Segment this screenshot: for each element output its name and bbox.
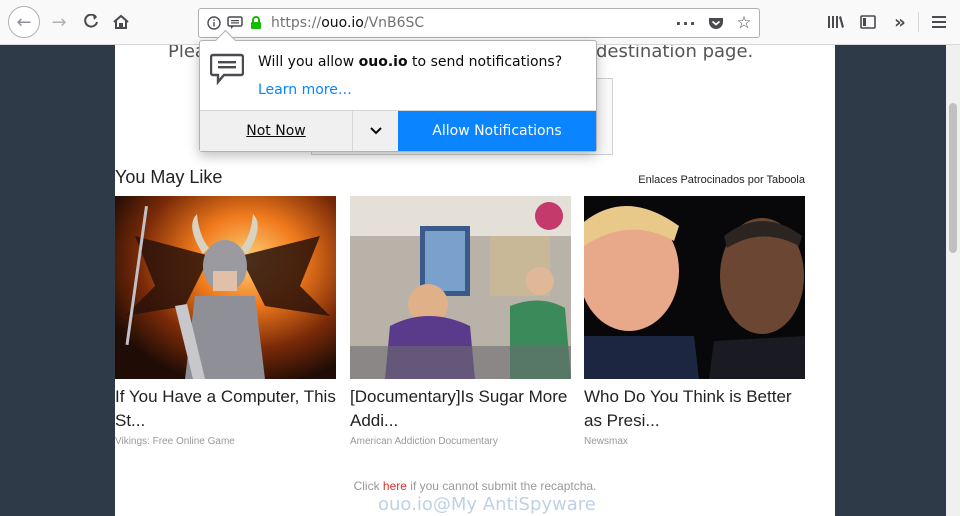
notification-permission-popup: Will you allow ouo.io to send notificati… bbox=[199, 29, 597, 152]
page-actions-button[interactable]: ··· bbox=[673, 9, 699, 37]
not-now-button[interactable]: Not Now bbox=[200, 111, 352, 151]
double-chevron-right-icon: » bbox=[894, 11, 906, 33]
bookmark-star-button[interactable]: ☆ bbox=[731, 9, 757, 37]
toolbar-divider bbox=[918, 12, 919, 32]
recaptcha-help-link[interactable]: here bbox=[383, 479, 407, 493]
scrollbar-thumb[interactable] bbox=[949, 103, 957, 253]
address-bar[interactable]: https://ouo.io/VnB6SC ··· ☆ bbox=[198, 8, 760, 38]
browser-toolbar: ← → https://ouo.io/VnB6SC ··· ☆ » bbox=[0, 0, 960, 45]
lock-icon bbox=[251, 16, 261, 29]
more-options-button[interactable] bbox=[352, 111, 399, 151]
pocket-icon bbox=[709, 18, 723, 29]
sidebar-icon bbox=[860, 15, 876, 29]
pocket-button[interactable] bbox=[703, 9, 729, 37]
recommendation-card[interactable]: If You Have a Computer, This St... Vikin… bbox=[115, 196, 336, 447]
card-image-politics[interactable] bbox=[584, 196, 805, 379]
section-title: You May Like bbox=[115, 167, 223, 187]
card-title[interactable]: [Documentary]Is Sugar More Addi... bbox=[350, 385, 571, 433]
star-icon: ☆ bbox=[736, 13, 752, 33]
back-button[interactable]: ← bbox=[8, 6, 40, 38]
card-image-documentary[interactable] bbox=[350, 196, 571, 379]
recommendation-card[interactable]: [Documentary]Is Sugar More Addi... Ameri… bbox=[350, 196, 571, 447]
forward-button[interactable]: → bbox=[44, 8, 74, 36]
reload-button[interactable] bbox=[76, 8, 106, 36]
card-source[interactable]: Newsmax bbox=[584, 436, 805, 447]
menu-button[interactable] bbox=[925, 8, 953, 36]
notification-bubble-icon bbox=[210, 53, 244, 85]
allow-notifications-button[interactable]: Allow Notifications bbox=[398, 111, 596, 151]
hamburger-icon bbox=[932, 16, 946, 28]
recaptcha-help: Click here if you cannot submit the reca… bbox=[353, 479, 597, 493]
card-source[interactable]: American Addiction Documentary bbox=[350, 436, 571, 447]
home-icon bbox=[113, 14, 129, 29]
chat-bubble-icon bbox=[227, 16, 243, 29]
overflow-button[interactable]: » bbox=[886, 8, 914, 36]
library-button[interactable] bbox=[822, 8, 850, 36]
popup-message: Will you allow ouo.io to send notificati… bbox=[258, 54, 563, 70]
sponsor-link[interactable]: Enlaces Patrocinados por Taboola bbox=[638, 174, 805, 186]
url-text[interactable]: https://ouo.io/VnB6SC bbox=[271, 9, 424, 37]
vertical-scrollbar[interactable] bbox=[946, 45, 960, 516]
secure-lock[interactable] bbox=[247, 9, 265, 37]
card-source[interactable]: Vikings: Free Online Game bbox=[115, 436, 336, 447]
card-title[interactable]: Who Do You Think is Better as Presi... bbox=[584, 385, 805, 433]
info-icon bbox=[207, 16, 221, 30]
ellipsis-icon: ··· bbox=[675, 13, 697, 33]
home-button[interactable] bbox=[106, 8, 136, 36]
library-icon bbox=[828, 16, 844, 28]
headline-right: destination page. bbox=[596, 45, 754, 62]
learn-more-link[interactable]: Learn more… bbox=[258, 82, 352, 98]
chevron-down-icon bbox=[370, 127, 382, 135]
site-info-button[interactable] bbox=[205, 9, 223, 37]
recommendation-card[interactable]: Who Do You Think is Better as Presi... N… bbox=[584, 196, 805, 447]
popup-footer: Not Now Allow Notifications bbox=[200, 110, 596, 151]
reload-icon bbox=[84, 14, 98, 28]
card-image-viking[interactable] bbox=[115, 196, 336, 379]
arrow-left-icon: ← bbox=[16, 11, 32, 33]
sidebar-button[interactable] bbox=[854, 8, 882, 36]
watermark: ouo.io@My AntiSpyware bbox=[378, 494, 596, 515]
card-title[interactable]: If You Have a Computer, This St... bbox=[115, 385, 336, 433]
arrow-right-icon: → bbox=[51, 11, 67, 33]
